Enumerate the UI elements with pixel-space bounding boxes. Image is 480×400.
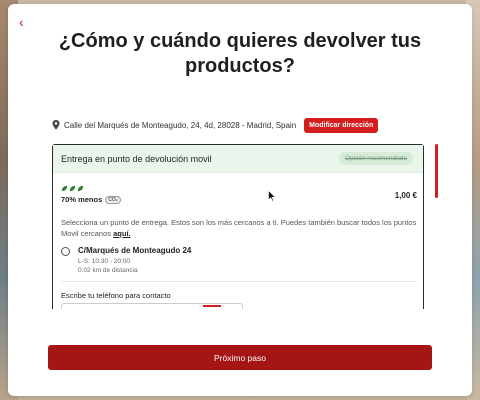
phone-input-accent xyxy=(203,305,221,307)
option-title: Entrega en punto de devolución movil xyxy=(61,153,212,164)
scrollbar[interactable] xyxy=(435,144,438,198)
phone-label: Escribe tu teléfono para contacto xyxy=(61,291,171,300)
option-card-movil[interactable]: Entrega en punto de devolución movil Opc… xyxy=(52,144,424,309)
point-distance: 0.02 km de distancia xyxy=(78,267,138,274)
co2-badge: CO₂ xyxy=(105,195,122,204)
delivery-point-item[interactable]: C/Marqués de Monteagudo 24 L-S: 10:30 - … xyxy=(61,246,417,274)
page-title: ¿Cómo y cuándo quieres devolver tus prod… xyxy=(58,30,422,77)
point-hours: L-S: 10:30 - 20:00 xyxy=(78,258,131,265)
eco-row: 70% menos CO₂ 1,00 € xyxy=(61,185,417,204)
search-points-link[interactable]: aquí. xyxy=(113,229,131,238)
delivery-options-list[interactable]: Entrega en punto de devolución movil Opc… xyxy=(52,144,425,309)
leaf-icon xyxy=(61,185,68,192)
eco-leaves xyxy=(61,185,121,192)
back-button[interactable]: ‹ xyxy=(19,15,33,29)
next-step-button[interactable]: Próximo paso xyxy=(48,345,432,370)
mouse-cursor-icon xyxy=(268,190,276,202)
return-options-modal: ‹ ¿Cómo y cuándo quieres devolver tus pr… xyxy=(8,4,472,396)
recommended-badge: Opción recomendada xyxy=(338,152,413,165)
address-row: Calle del Marqués de Monteagudo, 24, 4d,… xyxy=(52,115,379,135)
modify-address-button[interactable]: Modificar dirección xyxy=(304,117,379,133)
location-pin-icon xyxy=(52,120,60,130)
option-header: Entrega en punto de devolución movil Opc… xyxy=(53,145,423,173)
address-text: Calle del Marqués de Monteagudo, 24, 4d,… xyxy=(64,120,297,130)
eco-savings-text: 70% menos xyxy=(61,195,103,204)
option-price: 1,00 € xyxy=(394,191,417,200)
point-name: C/Marqués de Monteagudo 24 xyxy=(78,246,192,255)
divider xyxy=(61,281,417,282)
eco-savings: 70% menos CO₂ xyxy=(61,195,122,204)
leaf-icon xyxy=(77,185,84,192)
help-text: Selecciona un punto de entrega. Estos so… xyxy=(61,217,417,239)
point-radio[interactable] xyxy=(61,247,70,256)
leaf-icon xyxy=(69,185,76,192)
